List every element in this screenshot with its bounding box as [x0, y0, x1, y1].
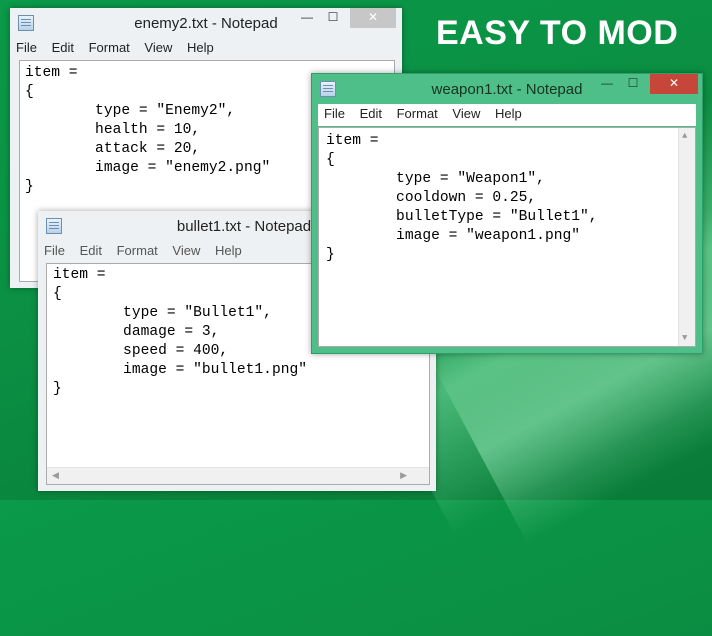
- horizontal-scrollbar[interactable]: ◀ ▶: [47, 467, 429, 484]
- code-line: cooldown = 0.25,: [326, 190, 537, 206]
- scroll-right-icon[interactable]: ▶: [400, 471, 407, 481]
- menu-format[interactable]: Format: [397, 104, 438, 124]
- scroll-up-icon[interactable]: ▲: [682, 131, 687, 141]
- title-bar[interactable]: weapon1.txt - Notepad — ☐ ✕: [312, 74, 702, 104]
- close-button[interactable]: ✕: [650, 74, 698, 94]
- code-line: image = "weapon1.png": [326, 228, 580, 244]
- menu-edit[interactable]: Edit: [360, 104, 382, 124]
- code-line: image = "bullet1.png": [53, 362, 307, 378]
- minimize-button[interactable]: —: [294, 8, 320, 28]
- menu-bar: File Edit Format View Help: [10, 38, 402, 58]
- close-button[interactable]: ✕: [350, 8, 396, 28]
- menu-edit[interactable]: Edit: [52, 38, 74, 58]
- scroll-down-icon[interactable]: ▼: [682, 333, 687, 343]
- code-line: }: [53, 381, 62, 397]
- minimize-button[interactable]: —: [594, 74, 620, 94]
- menu-format[interactable]: Format: [89, 38, 130, 58]
- vertical-scrollbar[interactable]: ▲ ▼: [678, 128, 695, 346]
- code-line: type = "Weapon1",: [326, 171, 545, 187]
- headline: EASY TO MOD: [436, 14, 679, 52]
- menu-view[interactable]: View: [172, 241, 200, 261]
- code-line: {: [326, 152, 335, 168]
- code-line: bulletType = "Bullet1",: [326, 209, 598, 225]
- menu-help[interactable]: Help: [495, 104, 522, 124]
- menu-file[interactable]: File: [16, 38, 37, 58]
- menu-bar: File Edit Format View Help: [318, 104, 696, 126]
- scroll-left-icon[interactable]: ◀: [52, 471, 59, 481]
- menu-file[interactable]: File: [44, 241, 65, 261]
- menu-help[interactable]: Help: [215, 241, 242, 261]
- menu-format[interactable]: Format: [117, 241, 158, 261]
- menu-view[interactable]: View: [144, 38, 172, 58]
- notepad-window-weapon1[interactable]: weapon1.txt - Notepad — ☐ ✕ File Edit Fo…: [311, 73, 703, 354]
- menu-view[interactable]: View: [452, 104, 480, 124]
- code-line: }: [326, 247, 335, 263]
- maximize-button[interactable]: ☐: [320, 8, 346, 28]
- menu-help[interactable]: Help: [187, 38, 214, 58]
- menu-edit[interactable]: Edit: [80, 241, 102, 261]
- text-editor[interactable]: item = { type = "Weapon1", cooldown = 0.…: [318, 127, 696, 347]
- maximize-button[interactable]: ☐: [620, 74, 646, 94]
- title-bar[interactable]: enemy2.txt - Notepad — ☐ ✕: [10, 8, 402, 38]
- menu-file[interactable]: File: [324, 104, 345, 124]
- code-line: item =: [326, 133, 379, 149]
